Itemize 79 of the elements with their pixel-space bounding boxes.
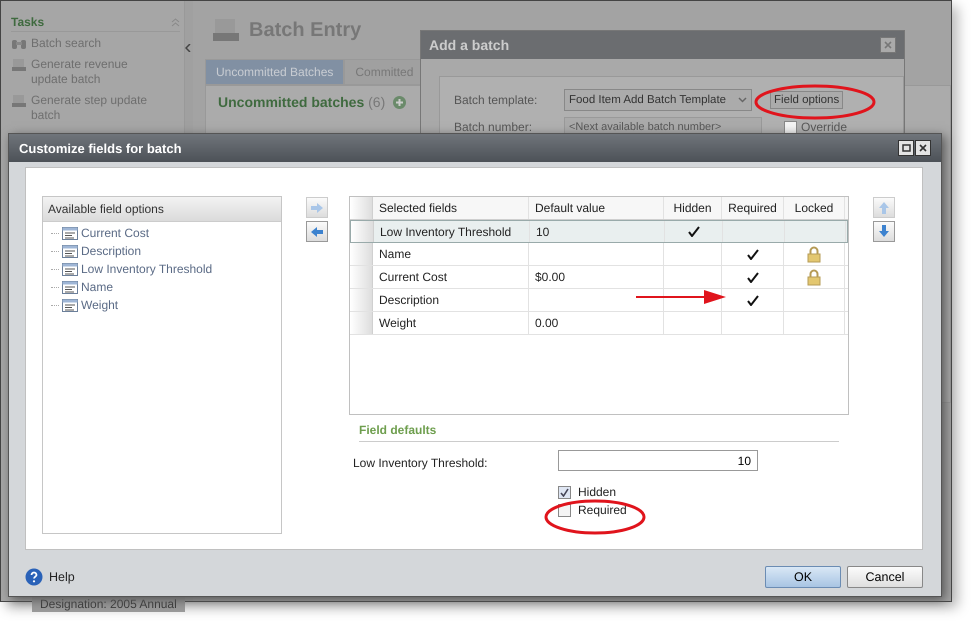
template-dropdown[interactable]: Food Item Add Batch Template [564, 89, 752, 111]
move-up-button[interactable] [873, 197, 895, 218]
question-icon [25, 568, 43, 586]
column-header[interactable]: Hidden [664, 197, 722, 219]
up-arrow-icon [878, 201, 890, 214]
table-row[interactable]: Name [350, 243, 848, 266]
table-cell: 10 [530, 221, 665, 242]
table-cell: 0.00 [529, 312, 664, 334]
lock-icon [807, 268, 821, 286]
row-header[interactable] [350, 266, 373, 288]
table-row[interactable]: Weight 0.00 [350, 312, 848, 335]
table-cell: Current Cost [373, 266, 529, 288]
checkbox[interactable] [784, 120, 797, 134]
field-label: Batch number: [454, 120, 534, 134]
field-option[interactable]: Description [81, 244, 142, 258]
field-icon [62, 262, 78, 276]
checkbox-label: Hidden [578, 485, 616, 499]
field-icon [62, 226, 78, 240]
down-arrow-icon [878, 225, 890, 238]
row-header[interactable] [350, 289, 373, 311]
dialog-button[interactable]: OK [765, 566, 841, 588]
checkbox[interactable] [558, 486, 571, 498]
field-option[interactable]: Low Inventory Threshold [81, 262, 212, 276]
table-row[interactable]: Low Inventory Threshold 10 [350, 220, 848, 243]
field-label: Low Inventory Threshold: [353, 456, 489, 470]
status-text: Designation: 2005 Annual [32, 597, 185, 612]
list-header: Available field options [43, 197, 281, 222]
binoculars-icon [12, 40, 26, 49]
collapse-icon[interactable] [171, 18, 180, 26]
check-icon [746, 294, 758, 306]
field-option[interactable]: Current Cost [81, 226, 150, 240]
row-header[interactable] [351, 221, 374, 242]
row-header[interactable] [350, 312, 373, 334]
close-icon [884, 41, 892, 49]
field-icon [62, 280, 78, 294]
caret-icon [738, 97, 747, 103]
left-arrow-icon [310, 226, 324, 238]
move-down-button[interactable] [873, 221, 895, 242]
dialog-button[interactable]: Cancel [847, 566, 923, 588]
dialog-title: Add a batch [429, 37, 510, 53]
dialog-title: Customize fields for batch [19, 140, 182, 156]
field-option[interactable]: Weight [81, 298, 118, 312]
column-header[interactable]: Default value [529, 197, 664, 219]
column-header[interactable]: Locked [784, 197, 845, 219]
row-header[interactable] [350, 243, 373, 265]
table-cell: Weight [373, 312, 529, 334]
field-option[interactable]: Name [81, 280, 114, 294]
check-icon [746, 248, 758, 260]
default-value-field[interactable]: 10 [558, 450, 758, 471]
maximize-button[interactable] [898, 140, 914, 156]
column-header[interactable]: Selected fields [373, 197, 529, 219]
table-cell: Low Inventory Threshold [374, 221, 530, 242]
field-label: Batch template: [454, 93, 538, 107]
add-button[interactable] [306, 197, 328, 218]
stack-icon [12, 59, 26, 71]
field-options-button[interactable]: Field options [770, 91, 844, 109]
field-icon [62, 244, 78, 258]
column-header[interactable]: Required [722, 197, 784, 219]
remove-button[interactable] [306, 221, 328, 242]
field-icon [62, 298, 78, 312]
check-icon [746, 272, 758, 282]
maximize-icon [902, 144, 910, 152]
checkbox-label: Override [801, 120, 848, 134]
help-link[interactable]: Help [25, 568, 75, 586]
check-icon [688, 226, 700, 237]
tasks-heading: Tasks [11, 15, 44, 29]
add-icon[interactable] [393, 96, 406, 108]
close-icon [919, 144, 927, 152]
stack-icon [12, 95, 26, 107]
table-cell: Description [373, 289, 529, 311]
table-cell: Name [373, 243, 529, 265]
right-arrow-icon [310, 202, 324, 214]
checkbox-label: Required [578, 503, 627, 517]
table-cell: $0.00 [529, 266, 664, 288]
section-title: Field defaults [359, 423, 839, 442]
close-button[interactable] [915, 140, 931, 156]
lock-icon [807, 246, 821, 262]
table-row[interactable]: Current Cost $0.00 [350, 266, 848, 289]
chevron-icon [185, 44, 192, 52]
